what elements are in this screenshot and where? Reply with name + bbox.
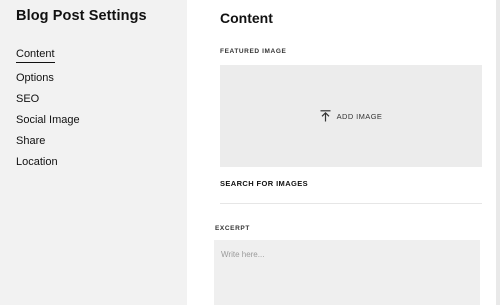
content-panel: Content FEATURED IMAGE ADD IMAGE SEARCH … [187, 0, 500, 305]
sidebar-title: Blog Post Settings [16, 8, 147, 24]
sidebar-item-social-image[interactable]: Social Image [16, 110, 80, 131]
settings-sidebar: Blog Post Settings Content Options SEO S… [0, 0, 187, 305]
featured-image-label: FEATURED IMAGE [220, 48, 287, 55]
scroll-track [496, 0, 500, 305]
search-for-images-link[interactable]: SEARCH FOR IMAGES [220, 179, 308, 188]
add-image-button[interactable]: ADD IMAGE [320, 110, 383, 122]
sidebar-item-seo[interactable]: SEO [16, 89, 39, 110]
page-title: Content [220, 10, 273, 26]
settings-nav: Content Options SEO Social Image Share L… [16, 44, 187, 173]
sidebar-item-location[interactable]: Location [16, 152, 58, 173]
excerpt-field[interactable] [214, 240, 480, 305]
excerpt-label: EXCERPT [215, 225, 250, 232]
sidebar-item-content[interactable]: Content [16, 47, 55, 63]
featured-image-dropzone[interactable]: ADD IMAGE [220, 65, 482, 167]
upload-icon [320, 110, 331, 122]
sidebar-item-options[interactable]: Options [16, 68, 54, 89]
section-divider [220, 203, 482, 204]
add-image-label: ADD IMAGE [336, 111, 383, 121]
blog-post-settings-panel: Blog Post Settings Content Options SEO S… [0, 0, 500, 305]
sidebar-item-share[interactable]: Share [16, 131, 45, 152]
